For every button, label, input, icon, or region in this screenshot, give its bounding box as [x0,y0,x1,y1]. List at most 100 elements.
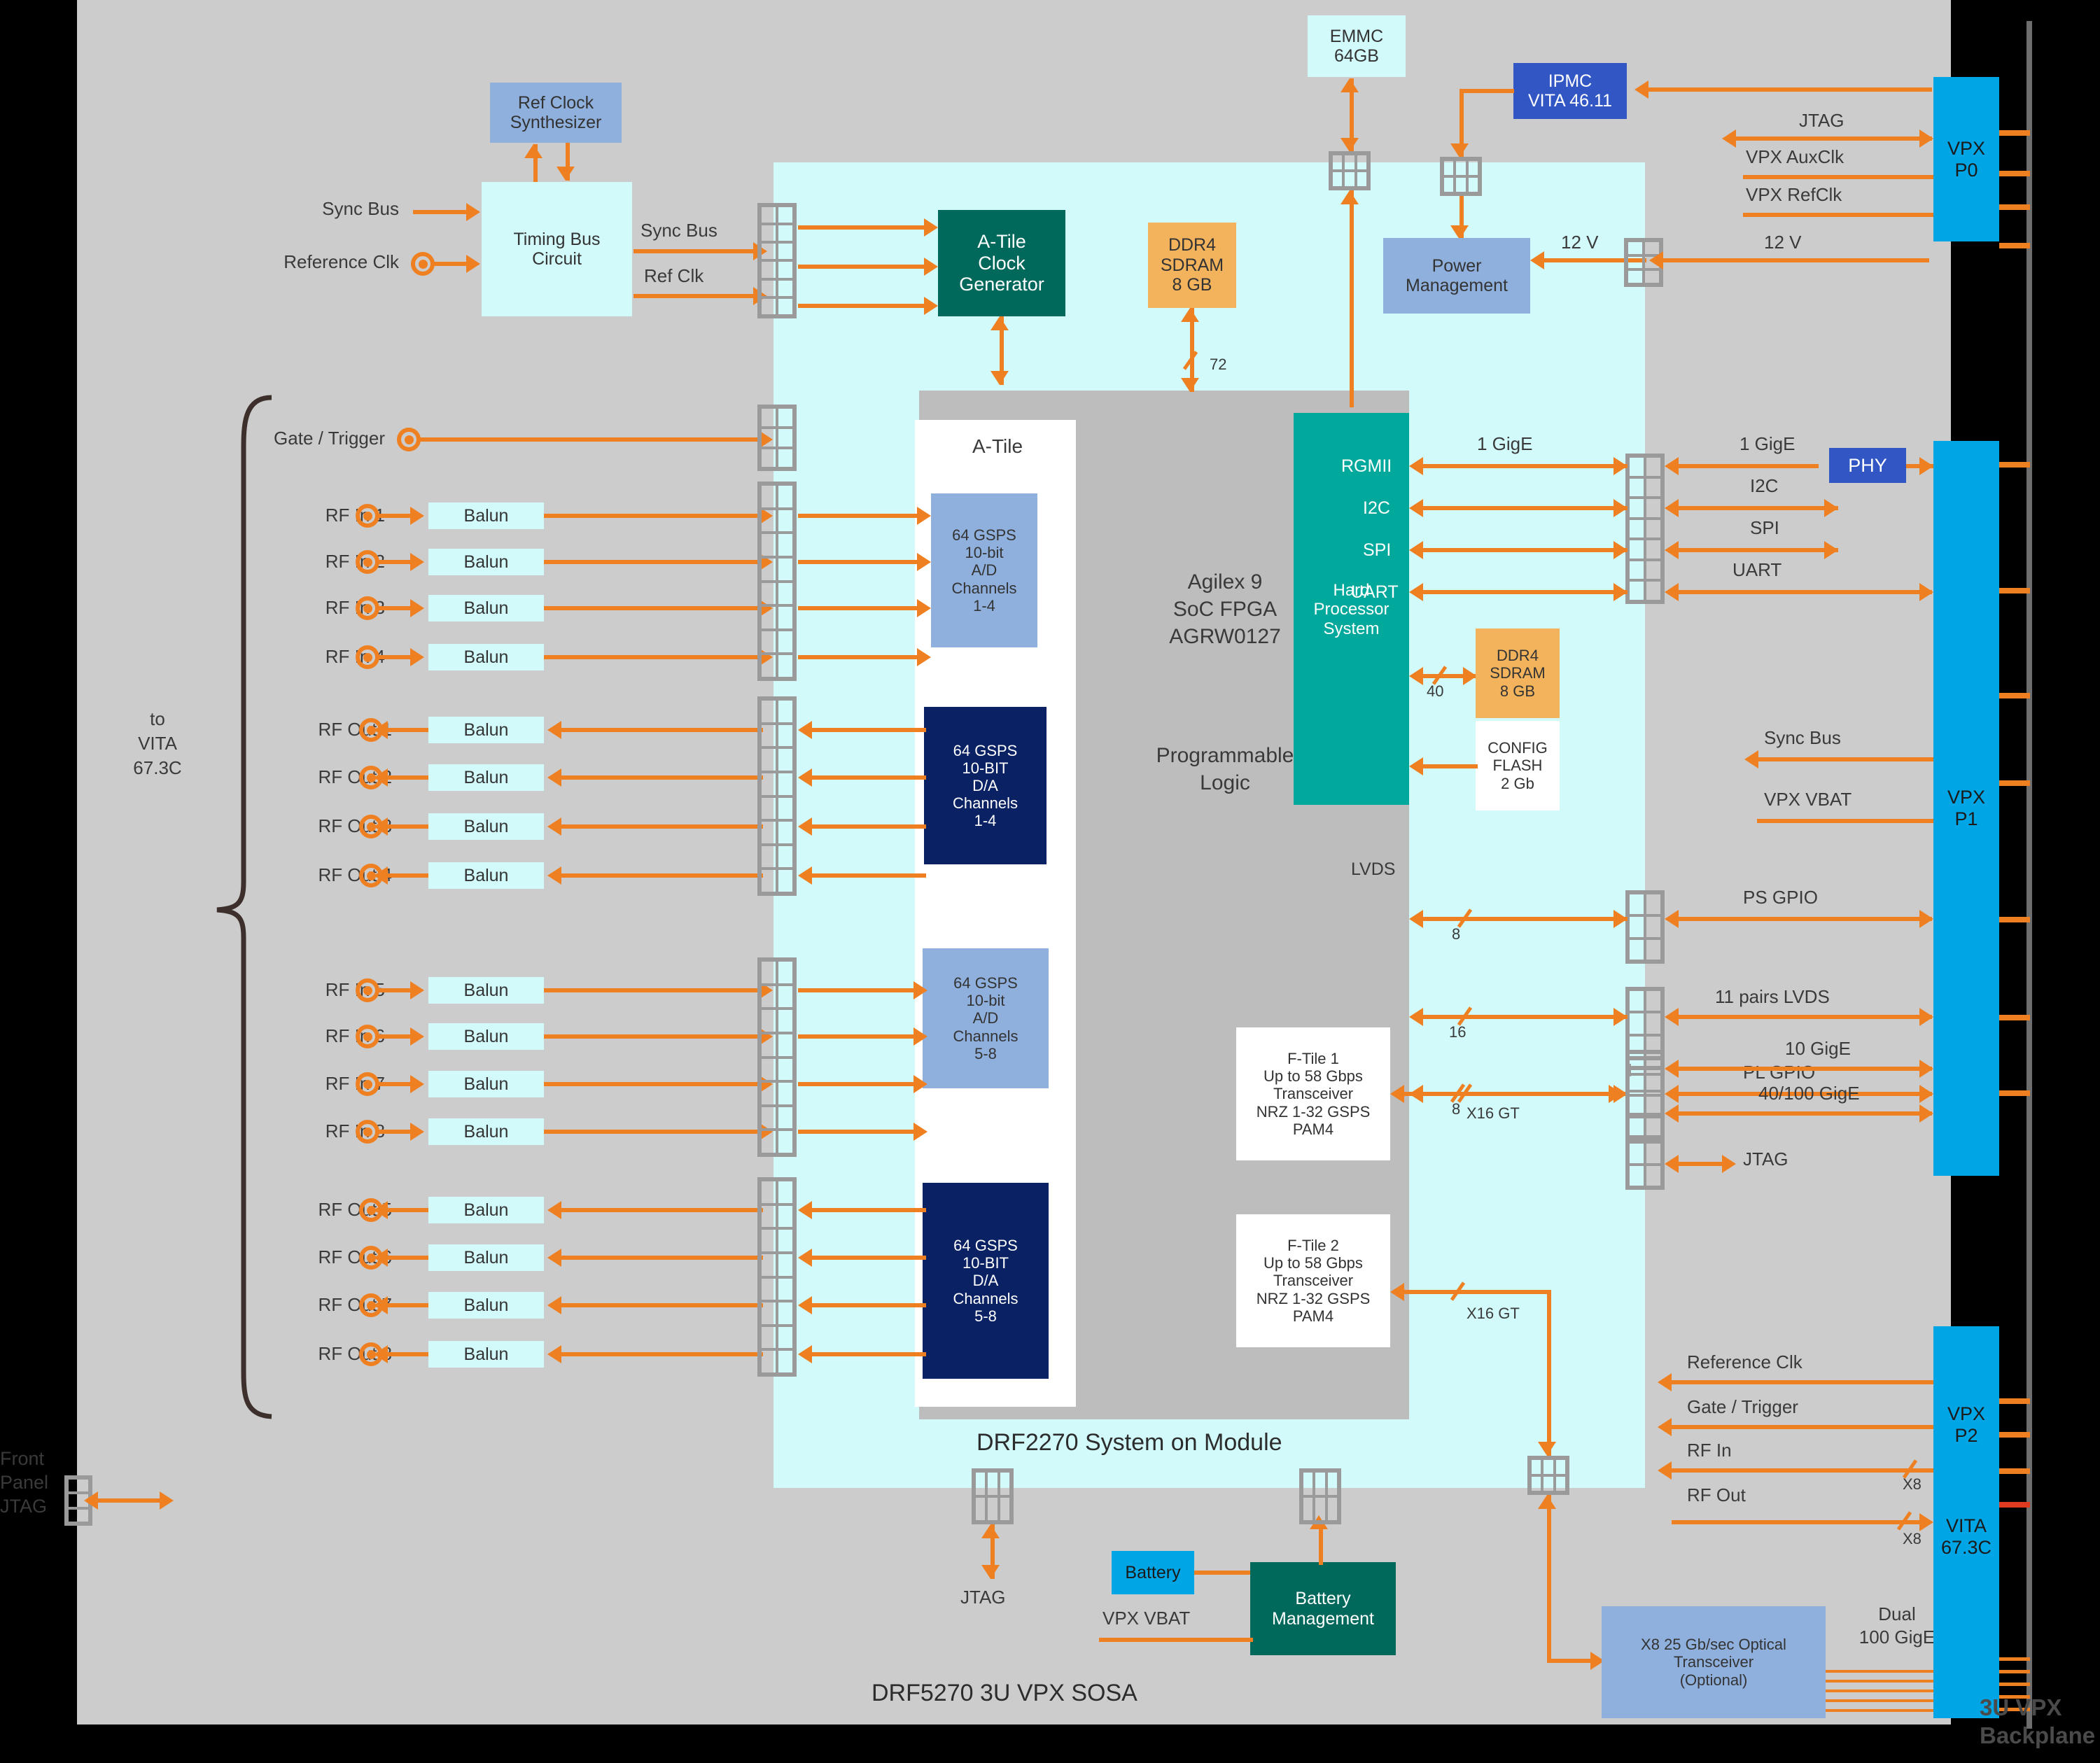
ddr4-sdram-fpga-block: DDR4 SDRAM 8 GB [1148,223,1236,308]
reference-clk-input-label: Reference Clk [284,251,399,272]
gige10-label: 10 GigE [1785,1038,1851,1059]
rf-in-5-sma-connector[interactable] [356,978,379,1002]
rf-in-3-sma-connector[interactable] [356,596,379,620]
rf-in-3-line-b [544,606,763,610]
ipmc-down-arrow [1450,143,1469,157]
rf-in-5-balun: Balun [428,977,544,1004]
x16-gt-1-label: X16 GT [1466,1104,1520,1122]
ftile2-gt-line [1404,1290,1551,1294]
ps-gpio-left-arrow-l [1409,910,1423,928]
emmc-arrow-up [1340,78,1359,92]
rf-in-8-sma-connector[interactable] [356,1120,379,1144]
vpx-auxclk-line [1743,175,1933,179]
balun-label: Balun [463,980,509,1000]
sync-bus-input-line [413,210,469,214]
vpx-p1-label: VPX P1 [1947,787,1986,829]
rf-in-7-sma-connector[interactable] [356,1072,379,1096]
ddr4-sdram-hps-block: DDR4 SDRAM 8 GB [1476,628,1560,718]
jtag-p1-arrow-l [1665,1155,1679,1173]
rf-in-4-sma-connector[interactable] [356,645,379,669]
rf-out-4-line-a [386,873,430,878]
gige40-100-label: 40/100 GigE [1758,1083,1860,1104]
optical-up-arrow [1538,1495,1556,1509]
rgmii-port-label: RGMII [1341,456,1392,476]
reference-clk-p2-label: Reference Clk [1687,1351,1802,1372]
rf-out-1-arrow-c [798,721,812,739]
i2c-port-label: I2C [1363,498,1390,518]
rf-in-8-balun: Balun [428,1118,544,1145]
ftile2-down-line [1547,1290,1551,1458]
battery-mgmt-up-line [1319,1524,1323,1565]
battery-management-label: Battery Management [1272,1589,1374,1629]
emmc-label: EMMC 64GB [1329,26,1384,66]
vpx-p0-stub-3 [1999,204,2030,210]
rf-in-6-balun: Balun [428,1023,544,1050]
front-panel-jtag-arrow-r [160,1491,174,1510]
ps-gpio-left-arrow-r [1614,910,1628,928]
rf-in-p2-line [1672,1468,1933,1473]
rf-in-1-line-b [544,514,763,518]
vpx-p1-stub-5 [1999,917,2030,922]
i2c-left-arrow-l [1409,499,1423,517]
rf-out-5-balun: Balun [428,1197,544,1223]
balun-label: Balun [463,1344,509,1364]
p2-fiber-stub-3 [1999,1683,2030,1686]
ddr4-top-width-label: 72 [1210,356,1227,373]
rf-in-4-balun: Balun [428,644,544,670]
rf-in-6-sma-connector[interactable] [356,1025,379,1048]
a-tile-clock-generator-block: A-Tile Clock Generator [938,210,1065,316]
dac-channels-1-4-label: 64 GSPS 10-BIT D/A Channels 1-4 [953,741,1018,830]
uart-right-label: UART [1732,559,1782,580]
rf-in-4-arrow-c [917,648,931,666]
emmc-block: EMMC 64GB [1308,15,1406,77]
config-flash-block: CONFIG FLASH 2 Gb [1476,721,1560,810]
ps-gpio-right-line [1679,917,1932,921]
rf-out-2-balun: Balun [428,764,544,791]
gige40-100-arrow-r [1919,1104,1933,1123]
i2c-right-arrow-l [1665,499,1679,517]
emmc-arrow-up-2 [1340,190,1359,204]
ipmc-pm-arrow [1450,225,1469,239]
adc-channels-5-8-label: 64 GSPS 10-bit A/D Channels 5-8 [953,974,1018,1062]
rf-in-5-8-connector-pins [757,957,797,1157]
uart-right-line [1679,590,1932,594]
jtag-bottom-arrow-d [981,1565,1000,1579]
rf-out-3-balun: Balun [428,813,544,840]
ddr4-hps-width-label: 40 [1427,682,1444,700]
gate-trigger-connector-pins [757,405,797,471]
rf-in-8-line-c [798,1130,920,1134]
optical-in-line [1547,1659,1596,1663]
rf-out-2-line-c [811,775,926,780]
rf-in-5-arrow-a [410,981,424,999]
rf-in-6-line-b [544,1034,763,1039]
rf-in-2-arrow-a [410,553,424,571]
adc-channels-5-8-block: 64 GSPS 10-bit A/D Channels 5-8 [923,948,1049,1088]
rf-out-6-line-b [560,1256,763,1260]
v12-left-arrow [1530,251,1544,269]
i2c-right-line [1679,506,1838,510]
battery-connector-pins [1299,1468,1341,1524]
rf-out-3-line-b [560,824,763,829]
lvds-port-label: LVDS [1351,859,1396,879]
rf-out-1-line-b [560,728,763,732]
gate-trigger-p2-line [1672,1425,1933,1429]
rf-out-p2-line [1672,1520,1920,1524]
rf-in-2-balun: Balun [428,549,544,575]
rf-out-8-balun: Balun [428,1341,544,1368]
rf-out-p2-arrow [1919,1513,1933,1531]
atile-clk-arrow-2 [924,258,938,276]
rf-in-3-arrow-c [917,599,931,617]
rf-in-1-line-c [798,514,920,518]
rf-out-1-4-connector-pins [757,696,797,896]
rf-in-p2-label: RF In [1687,1440,1732,1461]
optical-transceiver-block: X8 25 Gb/sec Optical Transceiver (Option… [1602,1606,1826,1718]
ref-clk-mid-label: Ref Clk [644,265,704,286]
rf-in-2-sma-connector[interactable] [356,550,379,574]
pl-gpio-label: PL GPIO [1743,1062,1816,1083]
lvds-left-line [1423,1015,1628,1019]
config-flash-arrow [1409,757,1423,775]
rf-in-1-sma-connector[interactable] [356,504,379,528]
vpx-p1-stub-6 [1999,1015,2030,1020]
sync-bus-mid-line [634,249,756,253]
ps-gpio-width-label: 8 [1452,925,1461,943]
